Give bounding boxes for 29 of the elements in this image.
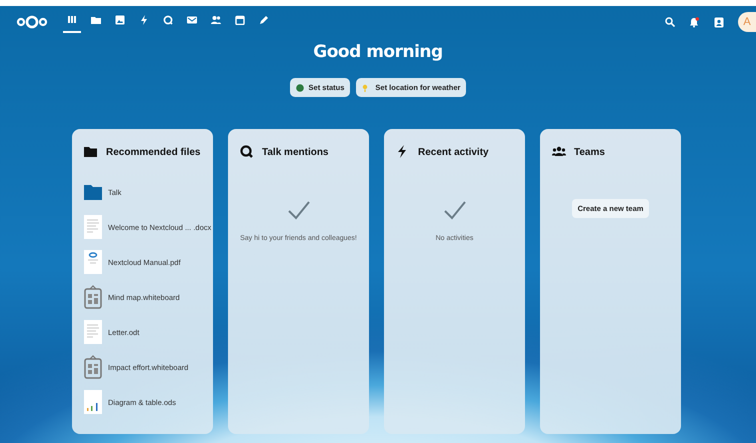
checkmark-icon <box>442 200 466 220</box>
spreadsheet-thumbnail-icon <box>84 390 102 414</box>
people-icon <box>552 145 566 159</box>
document-thumbnail-icon <box>84 250 102 274</box>
lightning-icon <box>139 15 149 25</box>
image-icon <box>115 15 125 25</box>
widget-title: Talk mentions <box>262 146 328 158</box>
widget-title: Recommended files <box>106 146 200 158</box>
nextcloud-logo[interactable] <box>16 14 48 30</box>
envelope-icon <box>187 15 197 25</box>
whiteboard-icon <box>84 355 102 379</box>
document-thumbnail-icon <box>84 320 102 344</box>
widget-title: Teams <box>574 146 605 158</box>
pencil-icon <box>259 15 269 25</box>
people-icon <box>211 15 221 25</box>
contacts-icon[interactable] <box>714 16 724 28</box>
search-icon[interactable] <box>665 17 675 27</box>
folder-icon <box>84 183 102 201</box>
folder-icon <box>84 145 98 159</box>
dashboard-icon <box>67 15 77 25</box>
greeting-title: Good morning <box>313 42 443 62</box>
calendar-icon <box>235 15 245 25</box>
bell-icon[interactable] <box>689 16 700 28</box>
document-thumbnail-icon <box>84 215 102 239</box>
status-dot-icon <box>296 84 304 92</box>
whiteboard-icon <box>84 285 102 309</box>
checkmark-icon <box>286 200 310 220</box>
folder-icon <box>91 15 101 25</box>
widget-title: Recent activity <box>418 146 489 158</box>
